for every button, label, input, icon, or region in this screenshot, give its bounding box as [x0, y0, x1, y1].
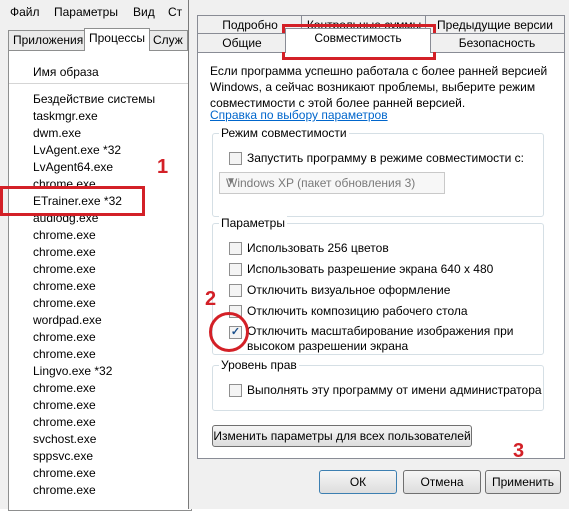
tab-applications[interactable]: Приложения [8, 30, 89, 50]
tab-security[interactable]: Безопасность [429, 33, 565, 52]
checkbox-box[interactable] [229, 284, 242, 297]
tab-previous-versions[interactable]: Предыдущие версии [425, 15, 565, 34]
table-row[interactable]: chrome.exe [33, 380, 96, 397]
checkbox-box[interactable] [229, 263, 242, 276]
table-row[interactable]: Lingvo.exe *32 [33, 363, 112, 380]
table-row[interactable]: chrome.exe [33, 414, 96, 431]
table-row[interactable]: taskmgr.exe [33, 108, 98, 125]
checkbox-box[interactable] [229, 242, 242, 255]
table-row[interactable]: chrome.exe [33, 295, 96, 312]
ok-button[interactable]: ОК [319, 470, 397, 494]
table-row[interactable]: sppsvc.exe [33, 448, 93, 465]
change-all-users-button[interactable]: Изменить параметры для всех пользователе… [212, 425, 472, 447]
tab-general[interactable]: Общие [197, 33, 287, 52]
menu-more[interactable]: Ст [168, 5, 182, 19]
compatibility-panel: Если программа успешно работала с более … [197, 52, 565, 459]
tm-tabs: Приложения Процессы Служ [0, 28, 190, 51]
checkbox-box[interactable] [229, 152, 242, 165]
tab-processes[interactable]: Процессы [84, 28, 151, 51]
table-row[interactable]: chrome.exe [33, 227, 96, 244]
table-row[interactable]: chrome.exe [33, 397, 96, 414]
annotation-number-3: 3 [513, 440, 525, 462]
tab-compatibility[interactable]: Совместимость [285, 28, 431, 53]
os-version-select[interactable]: Windows XP (пакет обновления 3) ▼ [219, 172, 445, 194]
column-header-image-name[interactable]: Имя образа [9, 61, 191, 84]
table-row[interactable]: dwm.exe [33, 125, 81, 142]
annotation-box-process [0, 186, 145, 216]
table-row[interactable]: wordpad.exe [33, 312, 102, 329]
table-row[interactable]: chrome.exe [33, 465, 96, 482]
annotation-circle-checkbox [209, 312, 249, 352]
properties-dialog: Подробно Контрольные суммы Предыдущие ве… [188, 0, 569, 509]
compat-mode-title: Режим совместимости [219, 126, 349, 140]
table-row[interactable]: chrome.exe [33, 482, 96, 499]
table-row[interactable]: chrome.exe [33, 346, 96, 363]
menu-view[interactable]: Вид [133, 5, 155, 19]
tab-services[interactable]: Служ [148, 30, 188, 50]
menu-file[interactable]: Файл [10, 5, 40, 19]
table-row[interactable]: chrome.exe [33, 329, 96, 346]
compat-mode-group: Режим совместимости Запустить программу … [212, 126, 544, 217]
cancel-button[interactable]: Отмена [403, 470, 481, 494]
annotation-number-1: 1 [157, 156, 169, 178]
params-group: Параметры Использовать 256 цветов Исполь… [212, 216, 544, 355]
table-row[interactable]: chrome.exe [33, 278, 96, 295]
process-list-panel: Имя образа Бездействие системы taskmgr.ex… [8, 50, 192, 511]
help-link[interactable]: Справка по выбору параметров [210, 108, 388, 122]
annotation-number-2: 2 [205, 288, 217, 310]
intro-text: Если программа успешно работала с более … [210, 64, 548, 110]
run-compat-label: Запустить программу в режиме совместимос… [247, 151, 524, 165]
apply-button[interactable]: Применить [485, 470, 561, 494]
rights-group: Уровень прав Выполнять эту программу от … [212, 358, 544, 411]
chevron-down-icon: ▼ [226, 176, 236, 187]
table-row[interactable]: Бездействие системы [33, 91, 155, 108]
tm-menubar: Файл Параметры Вид Ст [0, 0, 190, 24]
params-title: Параметры [219, 216, 287, 230]
table-row[interactable]: LvAgent64.exe [33, 159, 113, 176]
rights-title: Уровень прав [219, 358, 299, 372]
table-row[interactable]: chrome.exe [33, 261, 96, 278]
table-row[interactable]: chrome.exe [33, 244, 96, 261]
menu-options[interactable]: Параметры [54, 5, 118, 19]
task-manager-window: Файл Параметры Вид Ст Приложения Процесс… [0, 0, 192, 511]
checkbox-box[interactable] [229, 384, 242, 397]
table-row[interactable]: LvAgent.exe *32 [33, 142, 121, 159]
table-row[interactable]: svchost.exe [33, 431, 96, 448]
